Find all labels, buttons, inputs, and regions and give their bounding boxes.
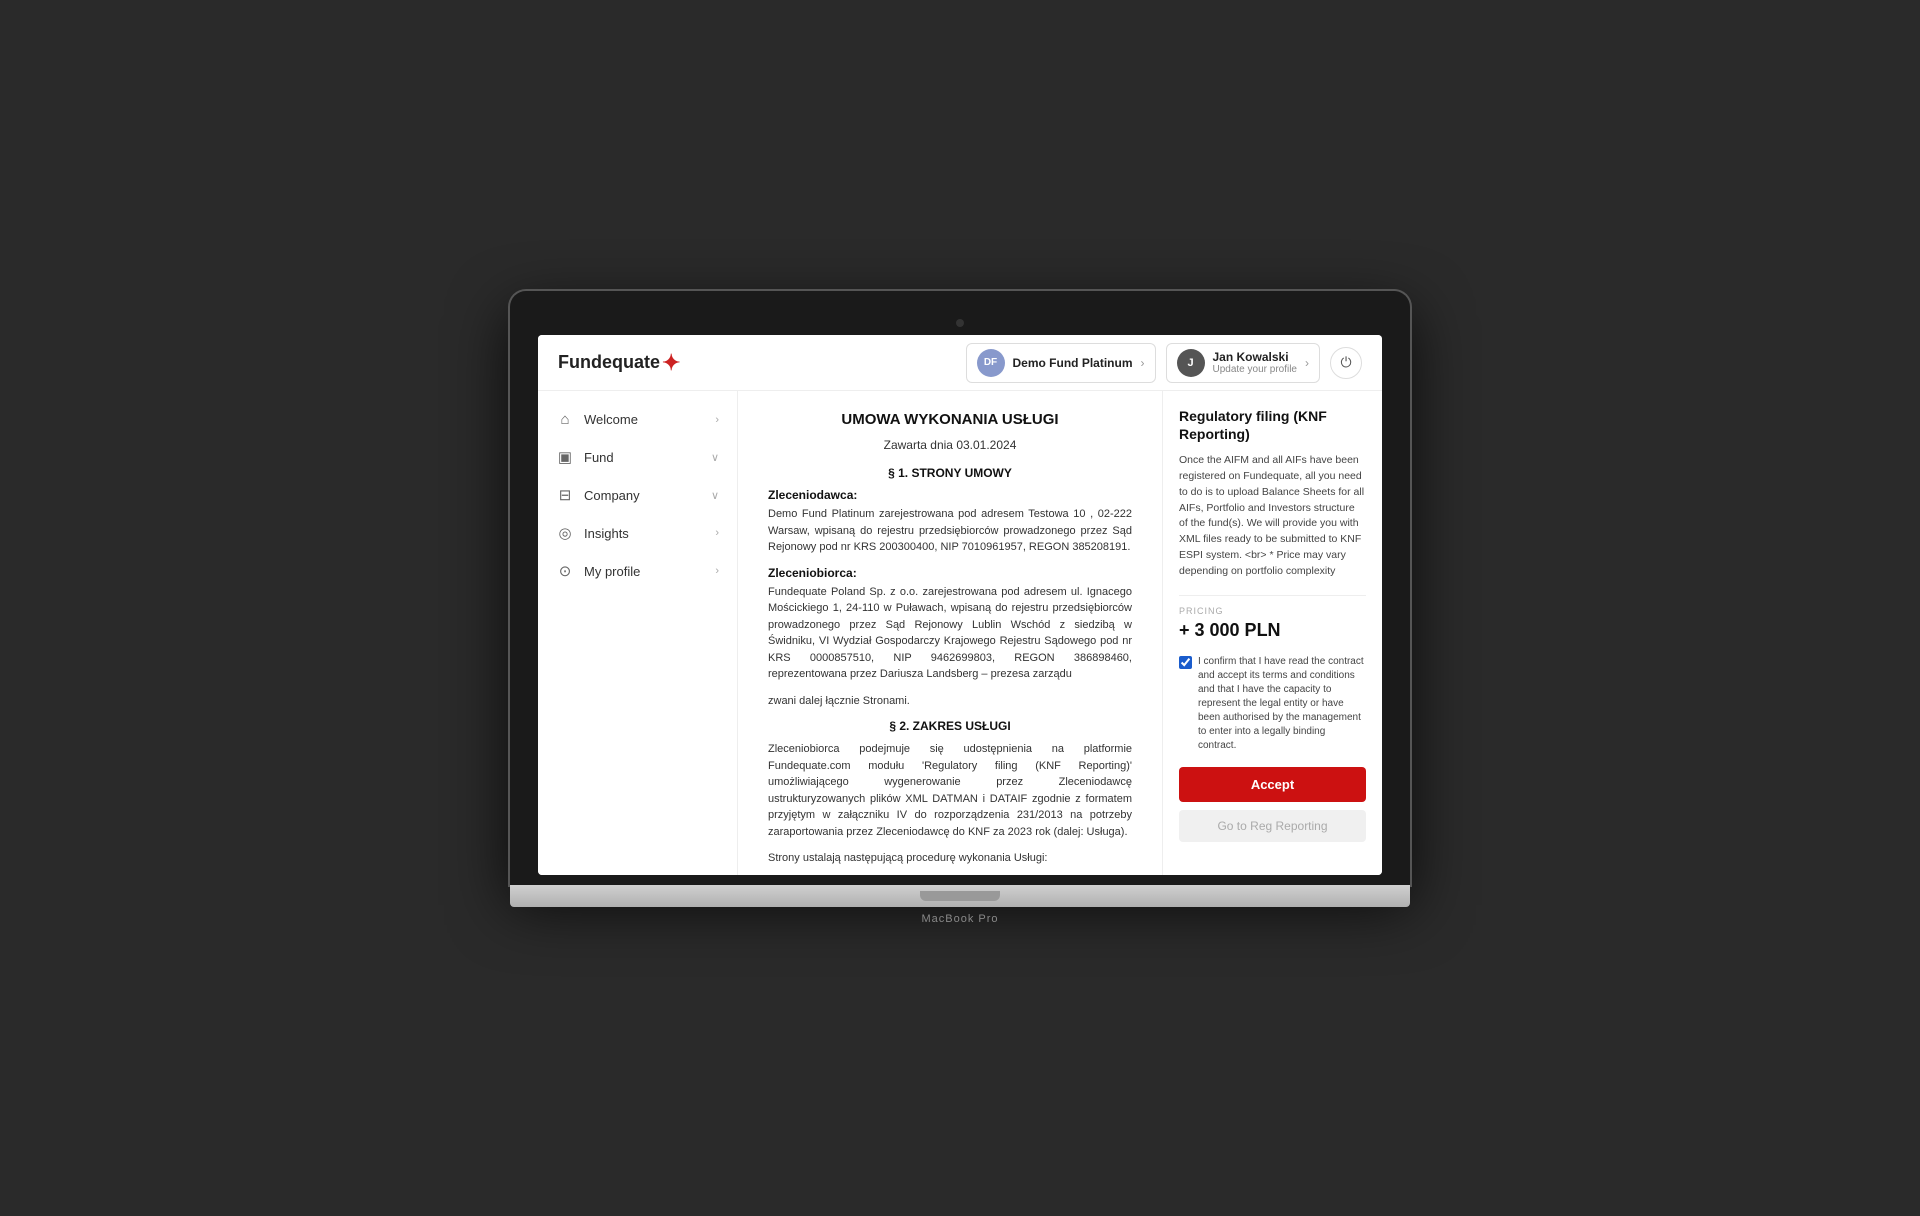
profile-icon: ⊙ xyxy=(556,562,574,580)
screen: Fundequate✦ DF Demo Fund Platinum › J Ja… xyxy=(538,335,1382,875)
fund-selector[interactable]: DF Demo Fund Platinum › xyxy=(966,343,1156,383)
header: Fundequate✦ DF Demo Fund Platinum › J Ja… xyxy=(538,335,1382,391)
user-info: Jan Kowalski Update your profile xyxy=(1213,350,1298,375)
sidebar-chevron-company: ∨ xyxy=(711,489,719,502)
user-selector[interactable]: J Jan Kowalski Update your profile › xyxy=(1166,343,1321,383)
sidebar-item-left: ◎ Insights xyxy=(556,524,629,542)
user-avatar: J xyxy=(1177,349,1205,377)
document-title: UMOWA WYKONANIA USŁUGI xyxy=(768,411,1132,428)
main-content: UMOWA WYKONANIA USŁUGI Zawarta dnia 03.0… xyxy=(738,391,1162,875)
go-to-reg-reporting-button: Go to Reg Reporting xyxy=(1179,810,1366,842)
sidebar-label-company: Company xyxy=(584,488,640,503)
zwani-text: zwani dalej łącznie Stronami. xyxy=(768,693,1132,710)
zleceniodawca-label: Zleceniodawca: xyxy=(768,488,1132,502)
logo-equate-text: equate xyxy=(602,352,660,373)
sidebar-item-left: ⌂ Welcome xyxy=(556,411,638,428)
fund-avatar: DF xyxy=(977,349,1005,377)
logo-fund-text: Fund xyxy=(558,352,602,373)
power-button[interactable]: ⏻ xyxy=(1330,347,1362,379)
sidebar-label-insights: Insights xyxy=(584,526,629,541)
panel-description: Once the AIFM and all AIFs have been reg… xyxy=(1179,453,1366,579)
laptop-frame: Fundequate✦ DF Demo Fund Platinum › J Ja… xyxy=(510,291,1410,925)
pricing-value: + 3 000 PLN xyxy=(1179,620,1366,641)
sidebar-item-myprofile[interactable]: ⊙ My profile › xyxy=(538,552,737,590)
sidebar-item-insights[interactable]: ◎ Insights › xyxy=(538,514,737,552)
header-controls: DF Demo Fund Platinum › J Jan Kowalski U… xyxy=(966,343,1363,383)
screen-bezel: Fundequate✦ DF Demo Fund Platinum › J Ja… xyxy=(510,291,1410,885)
sidebar-label-myprofile: My profile xyxy=(584,564,640,579)
logo-icon: ✦ xyxy=(662,350,680,376)
insights-icon: ◎ xyxy=(556,524,574,542)
content-area: ⌂ Welcome › ▣ Fund ∨ xyxy=(538,391,1382,875)
sidebar-chevron-fund: ∨ xyxy=(711,451,719,464)
sidebar-label-welcome: Welcome xyxy=(584,412,638,427)
app: Fundequate✦ DF Demo Fund Platinum › J Ja… xyxy=(538,335,1382,875)
laptop-base xyxy=(510,885,1410,907)
panel-divider xyxy=(1179,595,1366,596)
zleceniobiorca-label: Zleceniobiorca: xyxy=(768,566,1132,580)
fund-icon: ▣ xyxy=(556,448,574,466)
sidebar-item-left: ⊟ Company xyxy=(556,486,640,504)
laptop-notch xyxy=(920,891,1000,901)
logo: Fundequate✦ xyxy=(558,350,680,376)
sidebar-item-left: ⊙ My profile xyxy=(556,562,640,580)
zleceniodawca-text: Demo Fund Platinum zarejestrowana pod ad… xyxy=(768,506,1132,556)
section2-title: § 2. ZAKRES USŁUGI xyxy=(768,719,1132,733)
sidebar-chevron-myprofile: › xyxy=(715,565,719,577)
zleceniobiorca-text: Fundequate Poland Sp. z o.o. zarejestrow… xyxy=(768,584,1132,683)
pricing-label: PRICING xyxy=(1179,606,1366,616)
power-icon: ⏻ xyxy=(1340,354,1351,371)
sidebar: ⌂ Welcome › ▣ Fund ∨ xyxy=(538,391,738,875)
confirm-checkbox-label: I confirm that I have read the contract … xyxy=(1198,655,1366,753)
section2-text: Zleceniobiorca podejmuje się udostępnien… xyxy=(768,741,1132,840)
right-panel: Regulatory filing (KNF Reporting) Once t… xyxy=(1162,391,1382,875)
accept-button[interactable]: Accept xyxy=(1179,767,1366,802)
confirm-checkbox[interactable] xyxy=(1179,656,1192,669)
section1-title: § 1. STRONY UMOWY xyxy=(768,466,1132,480)
sidebar-label-fund: Fund xyxy=(584,450,614,465)
sidebar-chevron-welcome: › xyxy=(715,414,719,426)
laptop-label: MacBook Pro xyxy=(510,913,1410,925)
document-date: Zawarta dnia 03.01.2024 xyxy=(768,438,1132,452)
camera xyxy=(956,319,964,327)
sidebar-item-welcome[interactable]: ⌂ Welcome › xyxy=(538,401,737,438)
sidebar-item-left: ▣ Fund xyxy=(556,448,614,466)
sidebar-chevron-insights: › xyxy=(715,527,719,539)
confirm-checkbox-row: I confirm that I have read the contract … xyxy=(1179,655,1366,753)
fund-chevron-icon: › xyxy=(1141,356,1145,370)
panel-title: Regulatory filing (KNF Reporting) xyxy=(1179,407,1366,443)
user-name: Jan Kowalski xyxy=(1213,350,1298,364)
section2-text2: Strony ustalają następującą procedurę wy… xyxy=(768,850,1132,867)
company-icon: ⊟ xyxy=(556,486,574,504)
user-chevron-icon: › xyxy=(1305,356,1309,370)
fund-name: Demo Fund Platinum xyxy=(1013,356,1133,370)
home-icon: ⌂ xyxy=(556,411,574,428)
sidebar-item-company[interactable]: ⊟ Company ∨ xyxy=(538,476,737,514)
user-subtitle: Update your profile xyxy=(1213,364,1298,375)
sidebar-item-fund[interactable]: ▣ Fund ∨ xyxy=(538,438,737,476)
